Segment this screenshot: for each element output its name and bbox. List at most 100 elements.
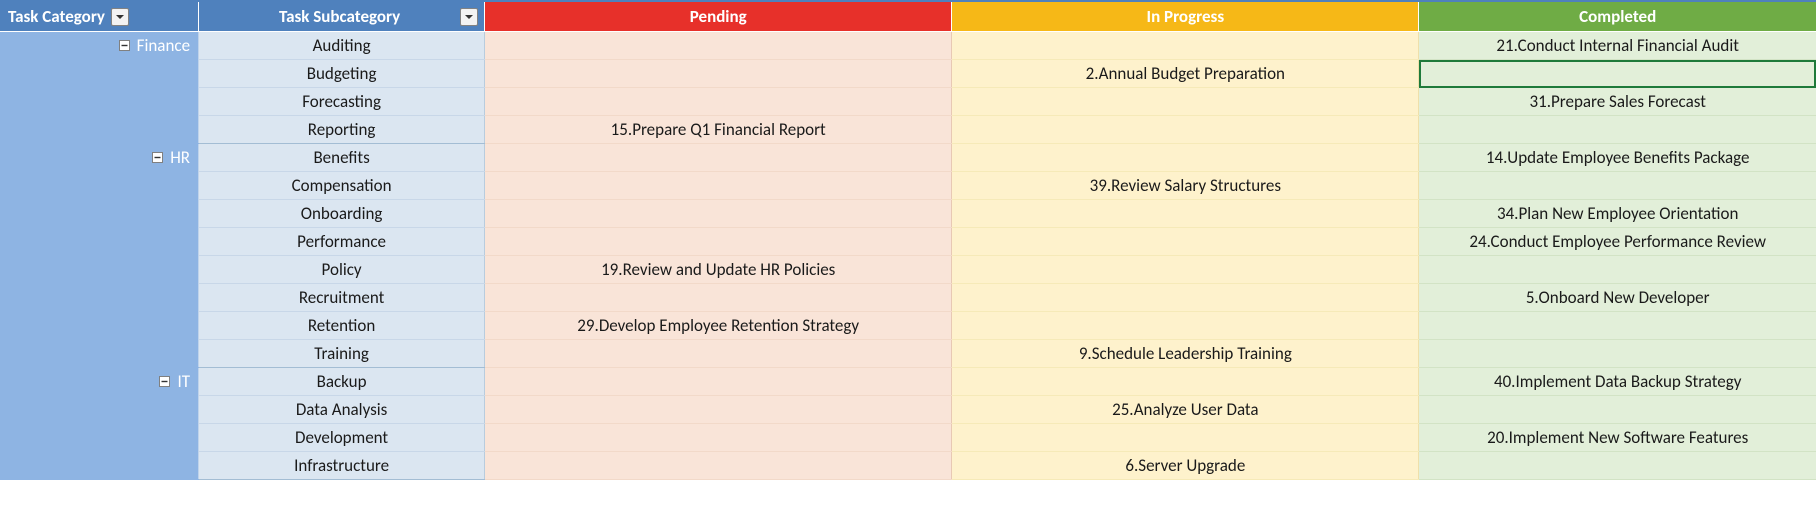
- header-task-category[interactable]: Task Category: [0, 2, 199, 32]
- header-row: Task Category Task Subcategory Pending I…: [0, 2, 1816, 32]
- subcategory-cell[interactable]: Recruitment: [199, 284, 485, 312]
- category-label: Finance: [137, 35, 190, 56]
- in-progress-cell[interactable]: [952, 284, 1419, 312]
- table-row: Policy19.Review and Update HR Policies: [0, 256, 1816, 284]
- header-task-subcategory[interactable]: Task Subcategory: [199, 2, 485, 32]
- completed-cell[interactable]: [1419, 172, 1816, 200]
- subcategory-cell[interactable]: Forecasting: [199, 88, 485, 116]
- chevron-down-icon: [464, 12, 474, 22]
- completed-cell[interactable]: 14.Update Employee Benefits Package: [1419, 144, 1816, 172]
- pending-cell[interactable]: [485, 172, 952, 200]
- completed-cell[interactable]: [1419, 340, 1816, 368]
- in-progress-cell[interactable]: [952, 32, 1419, 60]
- collapse-icon[interactable]: [118, 39, 131, 52]
- table-row: Compensation 39.Review Salary Structures: [0, 172, 1816, 200]
- in-progress-cell[interactable]: 6.Server Upgrade: [952, 452, 1419, 480]
- pending-cell[interactable]: [485, 452, 952, 480]
- pending-cell[interactable]: [485, 88, 952, 116]
- completed-cell[interactable]: [1419, 256, 1816, 284]
- pending-cell[interactable]: [485, 32, 952, 60]
- subcategory-cell[interactable]: Budgeting: [199, 60, 485, 88]
- subcategory-cell[interactable]: Infrastructure: [199, 452, 485, 480]
- pending-cell[interactable]: [485, 60, 952, 88]
- subcategory-cell[interactable]: Policy: [199, 256, 485, 284]
- in-progress-cell[interactable]: [952, 312, 1419, 340]
- table-row: HR Benefits 14.Update Employee Benefits Pa…: [0, 144, 1816, 172]
- header-task-category-label: Task Category: [8, 6, 105, 27]
- table-row: Performance 24.Conduct Employee Performan…: [0, 228, 1816, 256]
- pending-cell[interactable]: [485, 144, 952, 172]
- completed-cell[interactable]: [1419, 396, 1816, 424]
- completed-cell[interactable]: [1419, 60, 1816, 88]
- header-pending[interactable]: Pending: [485, 2, 952, 32]
- table-row: Retention29.Develop Employee Retention S…: [0, 312, 1816, 340]
- subcategory-cell[interactable]: Retention: [199, 312, 485, 340]
- pending-cell[interactable]: [485, 284, 952, 312]
- category-cell[interactable]: Finance: [0, 32, 199, 144]
- in-progress-cell[interactable]: [952, 424, 1419, 452]
- completed-cell[interactable]: [1419, 312, 1816, 340]
- pivot-table: Task Category Task Subcategory Pending I…: [0, 2, 1816, 480]
- completed-cell[interactable]: 31.Prepare Sales Forecast: [1419, 88, 1816, 116]
- in-progress-cell[interactable]: [952, 116, 1419, 144]
- completed-cell[interactable]: 24.Conduct Employee Performance Review: [1419, 228, 1816, 256]
- header-task-subcategory-label: Task Subcategory: [227, 6, 452, 27]
- subcategory-cell[interactable]: Benefits: [199, 144, 485, 172]
- subcategory-cell[interactable]: Compensation: [199, 172, 485, 200]
- in-progress-cell[interactable]: 2.Annual Budget Preparation: [952, 60, 1419, 88]
- in-progress-cell[interactable]: [952, 228, 1419, 256]
- in-progress-cell[interactable]: 9.Schedule Leadership Training: [952, 340, 1419, 368]
- table-row: Recruitment 5.Onboard New Developer: [0, 284, 1816, 312]
- in-progress-cell[interactable]: [952, 88, 1419, 116]
- pivot-table-container: Task Category Task Subcategory Pending I…: [0, 0, 1816, 480]
- subcategory-cell[interactable]: Performance: [199, 228, 485, 256]
- category-cell[interactable]: IT: [0, 368, 199, 480]
- header-in-progress[interactable]: In Progress: [952, 2, 1419, 32]
- collapse-icon[interactable]: [158, 375, 171, 388]
- in-progress-cell[interactable]: 25.Analyze User Data: [952, 396, 1419, 424]
- in-progress-cell[interactable]: [952, 144, 1419, 172]
- completed-cell[interactable]: [1419, 452, 1816, 480]
- table-row: Forecasting 31.Prepare Sales Forecast: [0, 88, 1816, 116]
- pending-cell[interactable]: 29.Develop Employee Retention Strategy: [485, 312, 952, 340]
- subcategory-cell[interactable]: Development: [199, 424, 485, 452]
- pending-cell[interactable]: [485, 396, 952, 424]
- pending-cell[interactable]: [485, 200, 952, 228]
- subcategory-cell[interactable]: Onboarding: [199, 200, 485, 228]
- pending-cell[interactable]: [485, 340, 952, 368]
- subcategory-cell[interactable]: Data Analysis: [199, 396, 485, 424]
- pending-cell[interactable]: [485, 424, 952, 452]
- completed-cell[interactable]: 40.Implement Data Backup Strategy: [1419, 368, 1816, 396]
- header-completed[interactable]: Completed: [1419, 2, 1816, 32]
- pending-cell[interactable]: 15.Prepare Q1 Financial Report: [485, 116, 952, 144]
- completed-cell[interactable]: 34.Plan New Employee Orientation: [1419, 200, 1816, 228]
- in-progress-cell[interactable]: [952, 200, 1419, 228]
- table-row: Onboarding 34.Plan New Employee Orientati…: [0, 200, 1816, 228]
- in-progress-cell[interactable]: 39.Review Salary Structures: [952, 172, 1419, 200]
- in-progress-cell[interactable]: [952, 368, 1419, 396]
- completed-cell[interactable]: 20.Implement New Software Features: [1419, 424, 1816, 452]
- table-row: Reporting15.Prepare Q1 Financial Report: [0, 116, 1816, 144]
- category-cell[interactable]: HR: [0, 144, 199, 368]
- pending-cell[interactable]: [485, 368, 952, 396]
- completed-cell[interactable]: 5.Onboard New Developer: [1419, 284, 1816, 312]
- table-row: Budgeting 2.Annual Budget Preparation: [0, 60, 1816, 88]
- pending-cell[interactable]: [485, 228, 952, 256]
- collapse-icon[interactable]: [151, 151, 164, 164]
- subcategory-cell[interactable]: Backup: [199, 368, 485, 396]
- table-row: ITBackup40.Implement Data Backup Strateg…: [0, 368, 1816, 396]
- pending-cell[interactable]: 19.Review and Update HR Policies: [485, 256, 952, 284]
- completed-cell[interactable]: 21.Conduct Internal Financial Audit: [1419, 32, 1816, 60]
- category-label: HR: [170, 147, 190, 168]
- in-progress-cell[interactable]: [952, 256, 1419, 284]
- filter-dropdown-subcategory[interactable]: [460, 8, 478, 26]
- subcategory-cell[interactable]: Auditing: [199, 32, 485, 60]
- table-row: Training 9.Schedule Leadership Training: [0, 340, 1816, 368]
- subcategory-cell[interactable]: Reporting: [199, 116, 485, 144]
- table-row: Data Analysis 25.Analyze User Data: [0, 396, 1816, 424]
- chevron-down-icon: [115, 12, 125, 22]
- subcategory-cell[interactable]: Training: [199, 340, 485, 368]
- table-row: Development 20.Implement New Software Fea…: [0, 424, 1816, 452]
- filter-dropdown-category[interactable]: [111, 8, 129, 26]
- completed-cell[interactable]: [1419, 116, 1816, 144]
